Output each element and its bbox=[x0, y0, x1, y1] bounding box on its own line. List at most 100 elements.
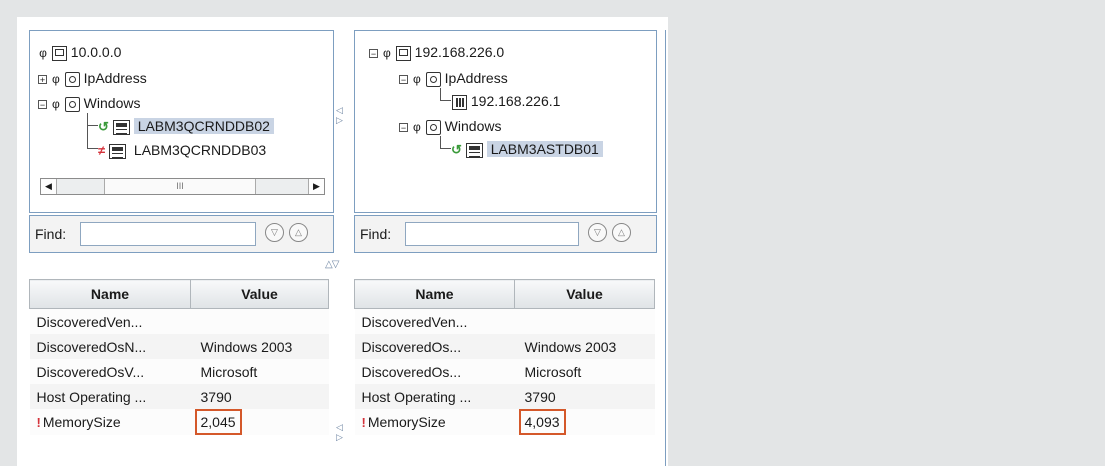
scroll-left-icon[interactable]: ◀ bbox=[41, 179, 57, 194]
tree-node-windows[interactable]: − φ Windows bbox=[38, 92, 140, 114]
scroll-thumb[interactable]: III bbox=[104, 179, 256, 194]
difference-warning-icon: ! bbox=[36, 415, 41, 430]
ci-type-icon bbox=[425, 71, 441, 87]
property-value-highlighted: 4,093 bbox=[518, 409, 566, 435]
tree-node-label: LABM3QCRNDDB02 bbox=[133, 118, 274, 134]
tree-node-host-labm3qcrnddb03[interactable]: ≠ LABM3QCRNDDB03 bbox=[98, 139, 266, 161]
ip-address-icon bbox=[452, 94, 467, 110]
tree-node-root[interactable]: − φ 192.168.226.0 bbox=[369, 41, 504, 63]
collapse-icon[interactable]: − bbox=[399, 122, 408, 132]
find-next-down-icon[interactable]: ▽ bbox=[588, 223, 607, 242]
compare-symbol-icon: φ bbox=[39, 46, 47, 61]
property-name: DiscoveredOs... bbox=[354, 359, 515, 384]
table-row[interactable]: DiscoveredOs... Microsoft bbox=[354, 359, 655, 384]
tree-node-ipaddress[interactable]: − φ IpAddress bbox=[399, 67, 508, 89]
tree-node-root[interactable]: φ 10.0.0.0 bbox=[38, 41, 121, 63]
property-value-cell: 2,045 bbox=[190, 409, 329, 435]
tree-node-windows[interactable]: − φ Windows bbox=[399, 115, 501, 137]
tree-connector bbox=[440, 88, 451, 101]
column-header-name[interactable]: Name bbox=[29, 279, 191, 309]
match-arrow-icon: ↺ bbox=[451, 142, 462, 157]
property-value-highlighted: 2,045 bbox=[194, 409, 242, 435]
tree-node-ipaddress[interactable]: + φ IpAddress bbox=[38, 67, 147, 89]
match-arrow-icon: ↺ bbox=[98, 119, 109, 134]
property-value bbox=[514, 308, 655, 334]
table-row[interactable]: DiscoveredOsV... Microsoft bbox=[29, 359, 329, 384]
table-row[interactable]: ! MemorySize 4,093 bbox=[354, 409, 655, 435]
property-name: DiscoveredVen... bbox=[29, 308, 191, 334]
property-name: DiscoveredOsV... bbox=[29, 359, 191, 384]
tree-node-host-labm3qcrnddb02[interactable]: ↺ LABM3QCRNDDB02 bbox=[98, 115, 274, 137]
tree-node-label: 192.168.226.0 bbox=[414, 44, 505, 60]
property-value: Windows 2003 bbox=[514, 334, 655, 359]
property-value-cell: 4,093 bbox=[514, 409, 655, 435]
table-row[interactable]: DiscoveredOsN... Windows 2003 bbox=[29, 334, 329, 359]
table-header-row: Name Value bbox=[29, 279, 329, 309]
left-find-input[interactable] bbox=[80, 222, 256, 246]
right-tree-panel: − φ 192.168.226.0 − φ IpAddress 192.168.… bbox=[354, 30, 657, 213]
table-header-row: Name Value bbox=[354, 279, 655, 309]
horizontal-splitter-arrows[interactable]: △▽ bbox=[325, 260, 339, 270]
property-value: Microsoft bbox=[190, 359, 329, 384]
property-name: DiscoveredVen... bbox=[354, 308, 515, 334]
tree-node-label: IpAddress bbox=[444, 70, 508, 86]
property-value: 3790 bbox=[190, 384, 329, 409]
compare-symbol-icon: φ bbox=[52, 72, 60, 87]
tree-node-label: 10.0.0.0 bbox=[70, 44, 122, 60]
collapse-icon[interactable]: − bbox=[369, 48, 378, 58]
collapse-icon[interactable]: − bbox=[399, 74, 408, 84]
property-name: DiscoveredOsN... bbox=[29, 334, 191, 359]
scroll-right-icon[interactable]: ▶ bbox=[308, 179, 324, 194]
expand-icon[interactable]: + bbox=[38, 74, 47, 84]
table-row[interactable]: DiscoveredVen... bbox=[354, 308, 655, 334]
table-row[interactable]: Host Operating ... 3790 bbox=[29, 384, 329, 409]
property-value: Microsoft bbox=[514, 359, 655, 384]
tree-node-label: LABM3QCRNDDB03 bbox=[133, 142, 267, 158]
property-name: MemorySize bbox=[367, 414, 446, 430]
right-properties-table: Name Value DiscoveredVen... DiscoveredOs… bbox=[354, 279, 655, 435]
windows-host-icon bbox=[465, 142, 483, 158]
find-next-down-icon[interactable]: ▽ bbox=[265, 223, 284, 242]
find-label: Find: bbox=[35, 226, 67, 242]
compare-symbol-icon: φ bbox=[413, 72, 421, 87]
table-row[interactable]: Host Operating ... 3790 bbox=[354, 384, 655, 409]
property-name: DiscoveredOs... bbox=[354, 334, 515, 359]
column-header-value[interactable]: Value bbox=[190, 279, 329, 309]
compare-symbol-icon: φ bbox=[52, 97, 60, 112]
collapse-icon[interactable]: − bbox=[38, 99, 47, 109]
column-header-value[interactable]: Value bbox=[514, 279, 655, 309]
tree-node-label: Windows bbox=[444, 118, 502, 134]
vertical-splitter-arrows[interactable]: ◁ ▷ bbox=[336, 422, 344, 442]
tree-connector bbox=[87, 123, 98, 149]
tree-node-host-labm3astdb01[interactable]: ↺ LABM3ASTDB01 bbox=[451, 138, 603, 160]
vertical-splitter-arrows[interactable]: ◁ ▷ bbox=[336, 105, 344, 125]
left-find-bar: Find: ▽ △ bbox=[29, 215, 334, 253]
network-icon bbox=[395, 45, 411, 61]
tree-node-label: LABM3ASTDB01 bbox=[486, 141, 603, 157]
right-find-input[interactable] bbox=[405, 222, 579, 246]
ci-type-icon bbox=[425, 119, 441, 135]
column-header-name[interactable]: Name bbox=[354, 279, 515, 309]
find-previous-up-icon[interactable]: △ bbox=[612, 223, 631, 242]
property-name: MemorySize bbox=[42, 414, 121, 430]
table-row[interactable]: DiscoveredVen... bbox=[29, 308, 329, 334]
windows-host-icon bbox=[112, 119, 130, 135]
frame-right-border bbox=[665, 30, 666, 466]
compare-symbol-icon: φ bbox=[413, 120, 421, 135]
right-find-bar: Find: ▽ △ bbox=[354, 215, 657, 253]
tree-node-label: Windows bbox=[83, 95, 141, 111]
find-previous-up-icon[interactable]: △ bbox=[289, 223, 308, 242]
property-name: Host Operating ... bbox=[29, 384, 191, 409]
tree-node-label: 192.168.226.1 bbox=[470, 93, 561, 109]
property-name-cell: ! MemorySize bbox=[29, 409, 191, 435]
property-value: Windows 2003 bbox=[190, 334, 329, 359]
tree-node-ip-192-168-226-1[interactable]: 192.168.226.1 bbox=[452, 90, 560, 112]
compare-symbol-icon: φ bbox=[383, 46, 391, 61]
property-name-cell: ! MemorySize bbox=[354, 409, 515, 435]
table-row[interactable]: ! MemorySize 2,045 bbox=[29, 409, 329, 435]
network-icon bbox=[51, 45, 67, 61]
tree-node-label: IpAddress bbox=[83, 70, 147, 86]
horizontal-scrollbar[interactable]: ◀ III ▶ bbox=[40, 178, 325, 195]
ci-type-icon bbox=[64, 96, 80, 112]
table-row[interactable]: DiscoveredOs... Windows 2003 bbox=[354, 334, 655, 359]
